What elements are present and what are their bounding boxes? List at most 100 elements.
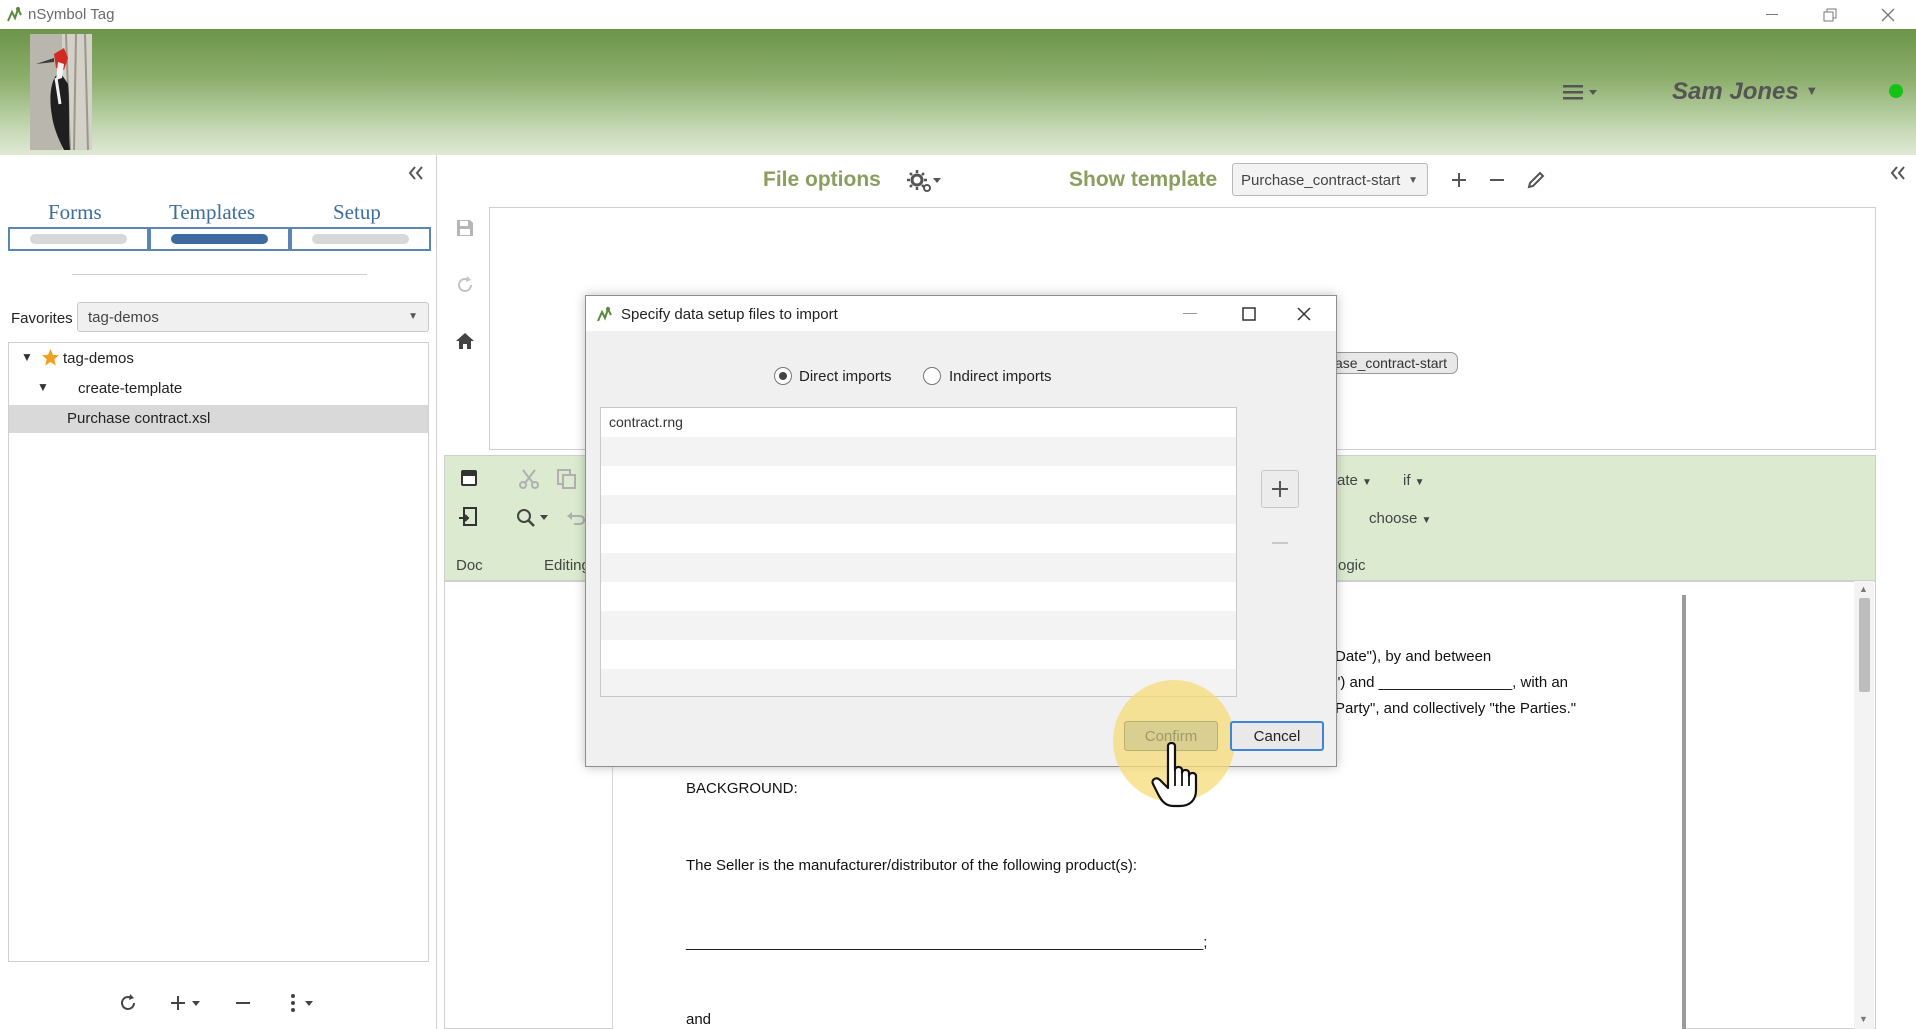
list-item-empty — [601, 437, 1236, 466]
woodpecker-logo — [30, 34, 92, 150]
scrollbar-thumb[interactable] — [1859, 598, 1870, 692]
list-item-empty — [601, 640, 1236, 669]
ribbon-ate-label: ate — [1337, 472, 1358, 489]
tab-templates[interactable]: Templates — [169, 200, 255, 225]
edit-pencil-icon[interactable] — [1526, 170, 1546, 190]
reload-icon[interactable] — [455, 275, 475, 295]
menu-icon[interactable] — [1563, 84, 1601, 100]
ribbon-group-editing: Editing — [544, 557, 590, 574]
ribbon-group-doc: Doc — [456, 557, 483, 574]
indirect-imports-label[interactable]: Indirect imports — [949, 368, 1052, 385]
online-status-indicator — [1889, 84, 1903, 98]
save-icon[interactable] — [455, 218, 475, 238]
cancel-button[interactable]: Cancel — [1230, 721, 1324, 751]
if-dropdown[interactable]: if ▼ — [1403, 472, 1425, 489]
star-icon — [41, 348, 60, 367]
remove-icon[interactable] — [233, 993, 253, 1013]
dialog-minimize-icon[interactable] — [1183, 313, 1197, 315]
tab-forms[interactable]: Forms — [48, 200, 102, 225]
list-item[interactable]: contract.rng — [601, 408, 1236, 437]
remove-template-icon[interactable] — [1487, 170, 1507, 190]
direct-imports-label[interactable]: Direct imports — [799, 368, 892, 385]
expand-icon[interactable]: ▼ — [21, 350, 33, 364]
copy-icon[interactable] — [556, 468, 578, 490]
close-icon[interactable] — [1859, 0, 1916, 29]
tab-templates-indicator[interactable] — [149, 227, 290, 251]
undo-icon[interactable] — [566, 510, 586, 526]
scroll-up-icon[interactable]: ▲ — [1859, 584, 1868, 594]
direct-imports-radio[interactable] — [774, 367, 792, 385]
doc-view-icon[interactable] — [459, 468, 479, 488]
template-dropdown[interactable]: ate ▼ — [1337, 472, 1372, 489]
minimize-icon[interactable] — [1743, 0, 1801, 29]
user-name: Sam Jones — [1672, 78, 1799, 105]
chevron-down-icon: ▼ — [1408, 175, 1418, 186]
dialog-close-icon[interactable] — [1297, 307, 1311, 321]
ribbon-group-logic: ogic — [1338, 557, 1366, 574]
template-chip[interactable]: ase_contract-start — [1328, 352, 1458, 374]
restore-icon[interactable] — [1801, 0, 1859, 29]
doc-line-3: Party", and collectively "the Parties." — [1335, 700, 1577, 717]
doc-line-1: Date"), by and between — [1335, 648, 1492, 665]
chevron-down-icon: ▼ — [1421, 515, 1432, 526]
home-icon[interactable] — [455, 331, 475, 351]
export-doc-icon[interactable] — [457, 506, 479, 528]
divider — [72, 274, 367, 275]
collapse-left-icon[interactable] — [408, 166, 424, 180]
add-menu-icon[interactable] — [170, 993, 206, 1013]
ribbon-if-label: if — [1403, 472, 1411, 489]
ribbon-choose-label: choose — [1369, 510, 1418, 527]
doc-and: and — [686, 1011, 712, 1028]
app-logo-icon — [596, 306, 613, 323]
expand-icon[interactable]: ▼ — [37, 380, 49, 394]
tab-setup-indicator[interactable] — [290, 227, 431, 251]
list-item-empty — [601, 524, 1236, 553]
user-menu[interactable]: Sam Jones ▼ — [1672, 78, 1818, 106]
show-template-label: Show template — [1069, 168, 1218, 191]
chevron-down-icon: ▼ — [408, 311, 418, 322]
doc-blank-line: ________________________________________… — [686, 934, 1208, 951]
cut-icon[interactable] — [518, 468, 540, 490]
more-options-icon[interactable] — [287, 993, 321, 1013]
tab-setup[interactable]: Setup — [333, 200, 381, 225]
favorites-value: tag-demos — [88, 309, 159, 326]
find-replace-icon[interactable] — [514, 506, 554, 530]
list-item-empty — [601, 553, 1236, 582]
template-tree — [8, 342, 429, 962]
import-dialog: Specify data setup files to import Direc… — [585, 295, 1337, 802]
add-template-icon[interactable] — [1449, 170, 1469, 190]
import-file-list[interactable]: contract.rng — [600, 407, 1237, 697]
app-logo-icon — [6, 6, 23, 23]
doc-background-heading: BACKGROUND: — [686, 780, 798, 797]
dialog-maximize-icon[interactable] — [1242, 307, 1256, 321]
add-file-button[interactable] — [1261, 470, 1299, 508]
chevron-down-icon: ▼ — [1414, 477, 1425, 488]
indirect-imports-radio[interactable] — [923, 367, 941, 385]
template-select-value: Purchase_contract-start — [1241, 172, 1401, 189]
doc-seller-line: The Seller is the manufacturer/distribut… — [686, 857, 1138, 874]
collapse-right-icon[interactable] — [1890, 166, 1906, 180]
favorites-label: Favorites — [11, 310, 73, 327]
file-name: contract.rng — [609, 414, 683, 430]
tree-item-purchase-contract[interactable]: Purchase contract.xsl — [67, 410, 210, 427]
favorites-select[interactable]: tag-demos ▼ — [77, 302, 429, 332]
list-item-empty — [601, 495, 1236, 524]
remove-file-icon[interactable] — [1272, 542, 1288, 546]
header-banner — [0, 29, 1916, 155]
chevron-down-icon: ▼ — [1805, 83, 1819, 98]
doc-line-2: ") and ________________, with an — [1335, 674, 1569, 691]
settings-menu-icon[interactable] — [905, 168, 945, 194]
file-options-label: File options — [763, 168, 881, 191]
refresh-icon[interactable] — [118, 993, 138, 1013]
choose-dropdown[interactable]: choose ▼ — [1369, 510, 1431, 527]
list-item-empty — [601, 582, 1236, 611]
tree-item-tag-demos[interactable]: tag-demos — [63, 350, 134, 367]
window-title: nSymbol Tag — [28, 6, 115, 23]
window-titlebar: nSymbol Tag — [0, 0, 1916, 29]
tab-forms-indicator[interactable] — [8, 227, 149, 251]
plus-icon — [1272, 481, 1288, 497]
dialog-title: Specify data setup files to import — [621, 306, 838, 323]
scroll-down-icon[interactable]: ▼ — [1859, 1014, 1868, 1024]
tree-item-create-template[interactable]: create-template — [78, 380, 182, 397]
template-select[interactable]: Purchase_contract-start ▼ — [1232, 163, 1428, 196]
